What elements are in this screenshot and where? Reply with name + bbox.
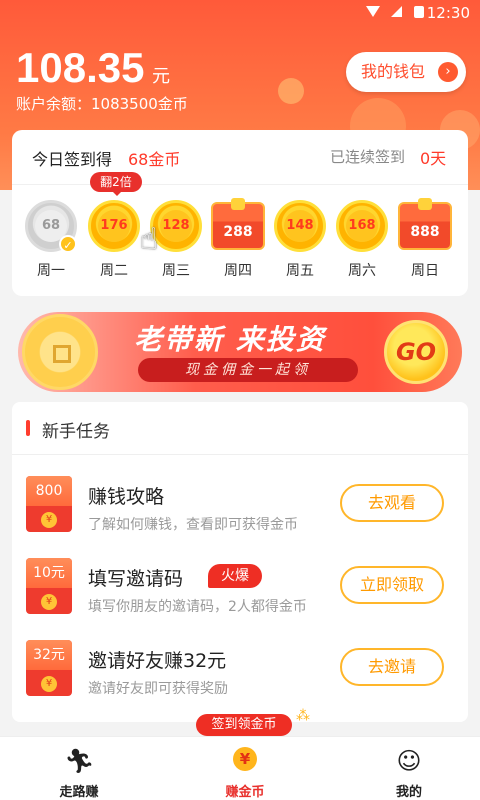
- account-balance: 账户余额：1083500金币: [16, 95, 188, 113]
- runner-icon: 🏃︎: [64, 747, 95, 775]
- bottom-nav: 🏃︎ 走路赚 ¥ 赚金币 ☺ 我的: [0, 736, 480, 800]
- check-icon: ✓: [59, 235, 77, 253]
- day-value: 128: [160, 210, 192, 242]
- yen-seal-icon: ¥: [41, 594, 57, 610]
- day-label: 周四: [224, 263, 252, 279]
- banner-subtitle: 现金佣金一起领: [138, 358, 358, 382]
- day-label: 周二: [100, 263, 128, 279]
- day-value: 168: [346, 210, 378, 242]
- day-saturday[interactable]: 168 周六: [335, 200, 389, 280]
- chest-lock: [231, 198, 245, 210]
- battery-icon: [414, 6, 424, 18]
- task-title: 邀请好友赚32元: [88, 650, 227, 672]
- day-sunday[interactable]: 888 周日: [398, 198, 452, 280]
- divider: [12, 454, 468, 455]
- double-badge: 翻2倍: [90, 172, 142, 196]
- nav-mine[interactable]: ☺ 我的: [364, 743, 454, 800]
- section-marker: [26, 420, 30, 436]
- coin-icon: [22, 314, 98, 390]
- nav-label: 走路赚: [59, 785, 99, 800]
- task-desc: 邀请好友即可获得奖励: [88, 681, 228, 697]
- nav-walk-earn[interactable]: 🏃︎ 走路赚: [34, 743, 124, 800]
- signin-bubble[interactable]: 签到领金币: [196, 714, 292, 736]
- red-envelope-icon: 800 ¥: [26, 476, 72, 532]
- coin-icon: 168: [336, 200, 388, 252]
- signin-title: 今日签到得: [32, 150, 113, 169]
- nav-label: 赚金币: [225, 785, 265, 800]
- red-envelope-icon: 32元 ¥: [26, 640, 72, 696]
- day-monday[interactable]: 68 ✓ 周一: [24, 200, 78, 280]
- day-label: 周日: [411, 263, 439, 279]
- task-title: 填写邀请码: [88, 568, 184, 590]
- wifi-icon: [366, 6, 380, 17]
- invite-banner[interactable]: 老带新 来投资 现金佣金一起领 GO: [18, 312, 462, 392]
- coin-icon: 148: [274, 200, 326, 252]
- banner-title: 老带新 来投资: [134, 323, 326, 356]
- task-title: 赚钱攻略: [88, 486, 165, 508]
- day-friday[interactable]: 148 周五: [273, 200, 327, 280]
- chevron-right-icon: ›: [438, 62, 458, 82]
- day-thursday[interactable]: 288 周四: [211, 198, 265, 280]
- task-desc: 了解如何赚钱，查看即可获得金币: [88, 517, 298, 533]
- day-tuesday[interactable]: 176 周二: [87, 200, 141, 280]
- task-desc: 填写你朋友的邀请码，2人都得金币: [88, 599, 307, 615]
- task-row: 10元 ¥ 填写邀请码 火爆 填写你朋友的邀请码，2人都得金币 立即领取: [12, 548, 468, 630]
- invite-button[interactable]: 去邀请: [340, 648, 444, 686]
- treasure-chest-icon: 288: [211, 198, 265, 250]
- day-value: 148: [284, 210, 316, 242]
- day-value: 176: [98, 210, 130, 242]
- treasure-chest-icon: 888: [398, 198, 452, 250]
- chest-lock: [418, 198, 432, 210]
- clock: 12:30: [426, 4, 470, 22]
- envelope-value: 10元: [26, 558, 72, 588]
- balance-amount: 108.35: [16, 44, 145, 91]
- my-wallet-button[interactable]: 我的钱包 ›: [346, 52, 466, 92]
- day-value: 288: [223, 224, 253, 240]
- nav-label: 我的: [395, 785, 422, 800]
- task-row: 32元 ¥ 邀请好友赚32元 邀请好友即可获得奖励 去邀请: [12, 630, 468, 712]
- yen-coin-icon: ¥: [233, 747, 257, 771]
- section-title: 新手任务: [42, 422, 110, 442]
- day-label: 周五: [286, 263, 314, 279]
- signin-card: 今日签到得 68金币 已连续签到 0天 翻2倍 68 ✓ 周一 176 周二 1…: [12, 130, 468, 296]
- hot-badge: 火爆: [208, 564, 262, 588]
- signin-coins: 68金币: [128, 150, 181, 169]
- coin-icon: 176: [88, 200, 140, 252]
- day-value: 888: [410, 224, 440, 240]
- newbie-tasks-card: 新手任务 800 ¥ 赚钱攻略 了解如何赚钱，查看即可获得金币 去观看 10元 …: [12, 402, 468, 722]
- divider: [12, 184, 468, 185]
- yen-seal-icon: ¥: [41, 676, 57, 692]
- sparkle-icon: ⁂: [296, 708, 310, 724]
- signal-icon: [391, 6, 402, 17]
- watch-button[interactable]: 去观看: [340, 484, 444, 522]
- day-label: 周三: [162, 263, 190, 279]
- pointer-hand-icon: ☝: [140, 222, 159, 257]
- yen-seal-icon: ¥: [41, 512, 57, 528]
- user-icon: ☺: [396, 747, 422, 775]
- envelope-value: 800: [26, 476, 72, 506]
- coin-hole: [53, 345, 71, 363]
- task-row: 800 ¥ 赚钱攻略 了解如何赚钱，查看即可获得金币 去观看: [12, 466, 468, 548]
- go-button[interactable]: GO: [384, 320, 448, 384]
- nav-earn-coins[interactable]: ¥ 赚金币: [200, 743, 290, 800]
- streak-label: 已连续签到: [330, 148, 406, 166]
- red-envelope-icon: 10元 ¥: [26, 558, 72, 614]
- streak-value: 0天: [420, 149, 447, 168]
- claim-button[interactable]: 立即领取: [340, 566, 444, 604]
- day-label: 周六: [348, 263, 376, 279]
- day-label: 周一: [37, 263, 65, 279]
- envelope-value: 32元: [26, 640, 72, 670]
- status-bar: 12:30: [0, 0, 480, 24]
- my-wallet-label: 我的钱包: [361, 62, 426, 81]
- decor-bubble: [278, 78, 304, 104]
- balance-unit: 元: [152, 66, 170, 87]
